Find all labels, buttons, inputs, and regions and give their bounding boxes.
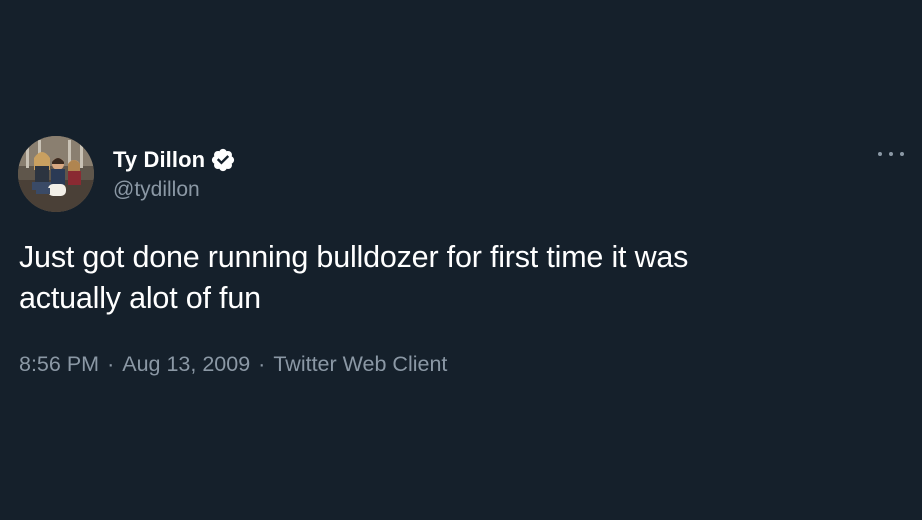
author-handle[interactable]: @tydillon [113, 178, 236, 202]
more-dot [900, 152, 904, 156]
avatar-photo [18, 136, 94, 212]
more-dot [878, 152, 882, 156]
tweet-time[interactable]: 8:56 PM [19, 352, 99, 377]
verified-badge-icon [210, 147, 236, 173]
tweet-author[interactable]: Ty Dillon @tydillon [18, 136, 236, 212]
tweet-text: Just got done running bulldozer for firs… [19, 237, 879, 319]
avatar[interactable] [18, 136, 94, 212]
more-dot [889, 152, 893, 156]
tweet-text-line: Just got done running bulldozer for firs… [19, 240, 689, 274]
display-name[interactable]: Ty Dillon [113, 147, 205, 173]
separator: · [107, 352, 115, 376]
tweet-card: Ty Dillon @tydillon Just got done runnin… [0, 0, 922, 520]
tweet-metadata: 8:56 PM · Aug 13, 2009 · Twitter Web Cli… [19, 352, 447, 377]
name-row: Ty Dillon [113, 145, 236, 175]
separator: · [258, 352, 266, 376]
tweet-text-line: actually alot of fun [19, 281, 261, 315]
author-names: Ty Dillon @tydillon [113, 145, 236, 202]
more-horizontal-icon[interactable] [878, 146, 904, 162]
tweet-source[interactable]: Twitter Web Client [273, 352, 447, 377]
tweet-date[interactable]: Aug 13, 2009 [122, 352, 250, 377]
